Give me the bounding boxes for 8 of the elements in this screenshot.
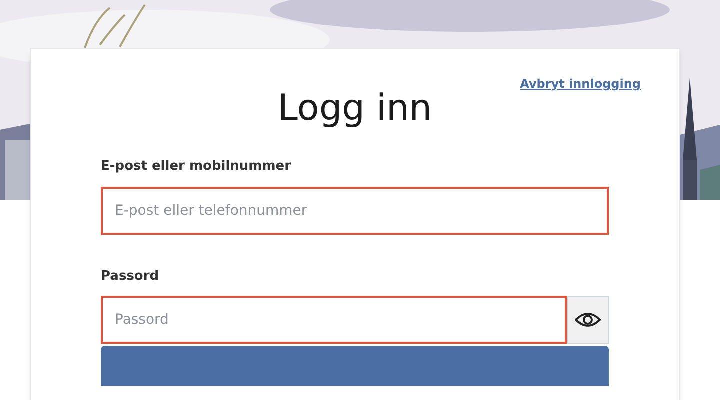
eye-icon [575, 311, 601, 329]
field-label: E-post eller mobilnummer [101, 158, 292, 176]
field-label: Passord [101, 268, 160, 286]
show-password-button[interactable] [567, 296, 609, 344]
password-field[interactable]: Passord [101, 296, 567, 344]
email-field[interactable]: E-post eller telefonnummer [101, 186, 609, 234]
page-title: Logg inn [276, 87, 434, 131]
cancel-login-link[interactable]: Avbryt innlogging [520, 75, 641, 93]
